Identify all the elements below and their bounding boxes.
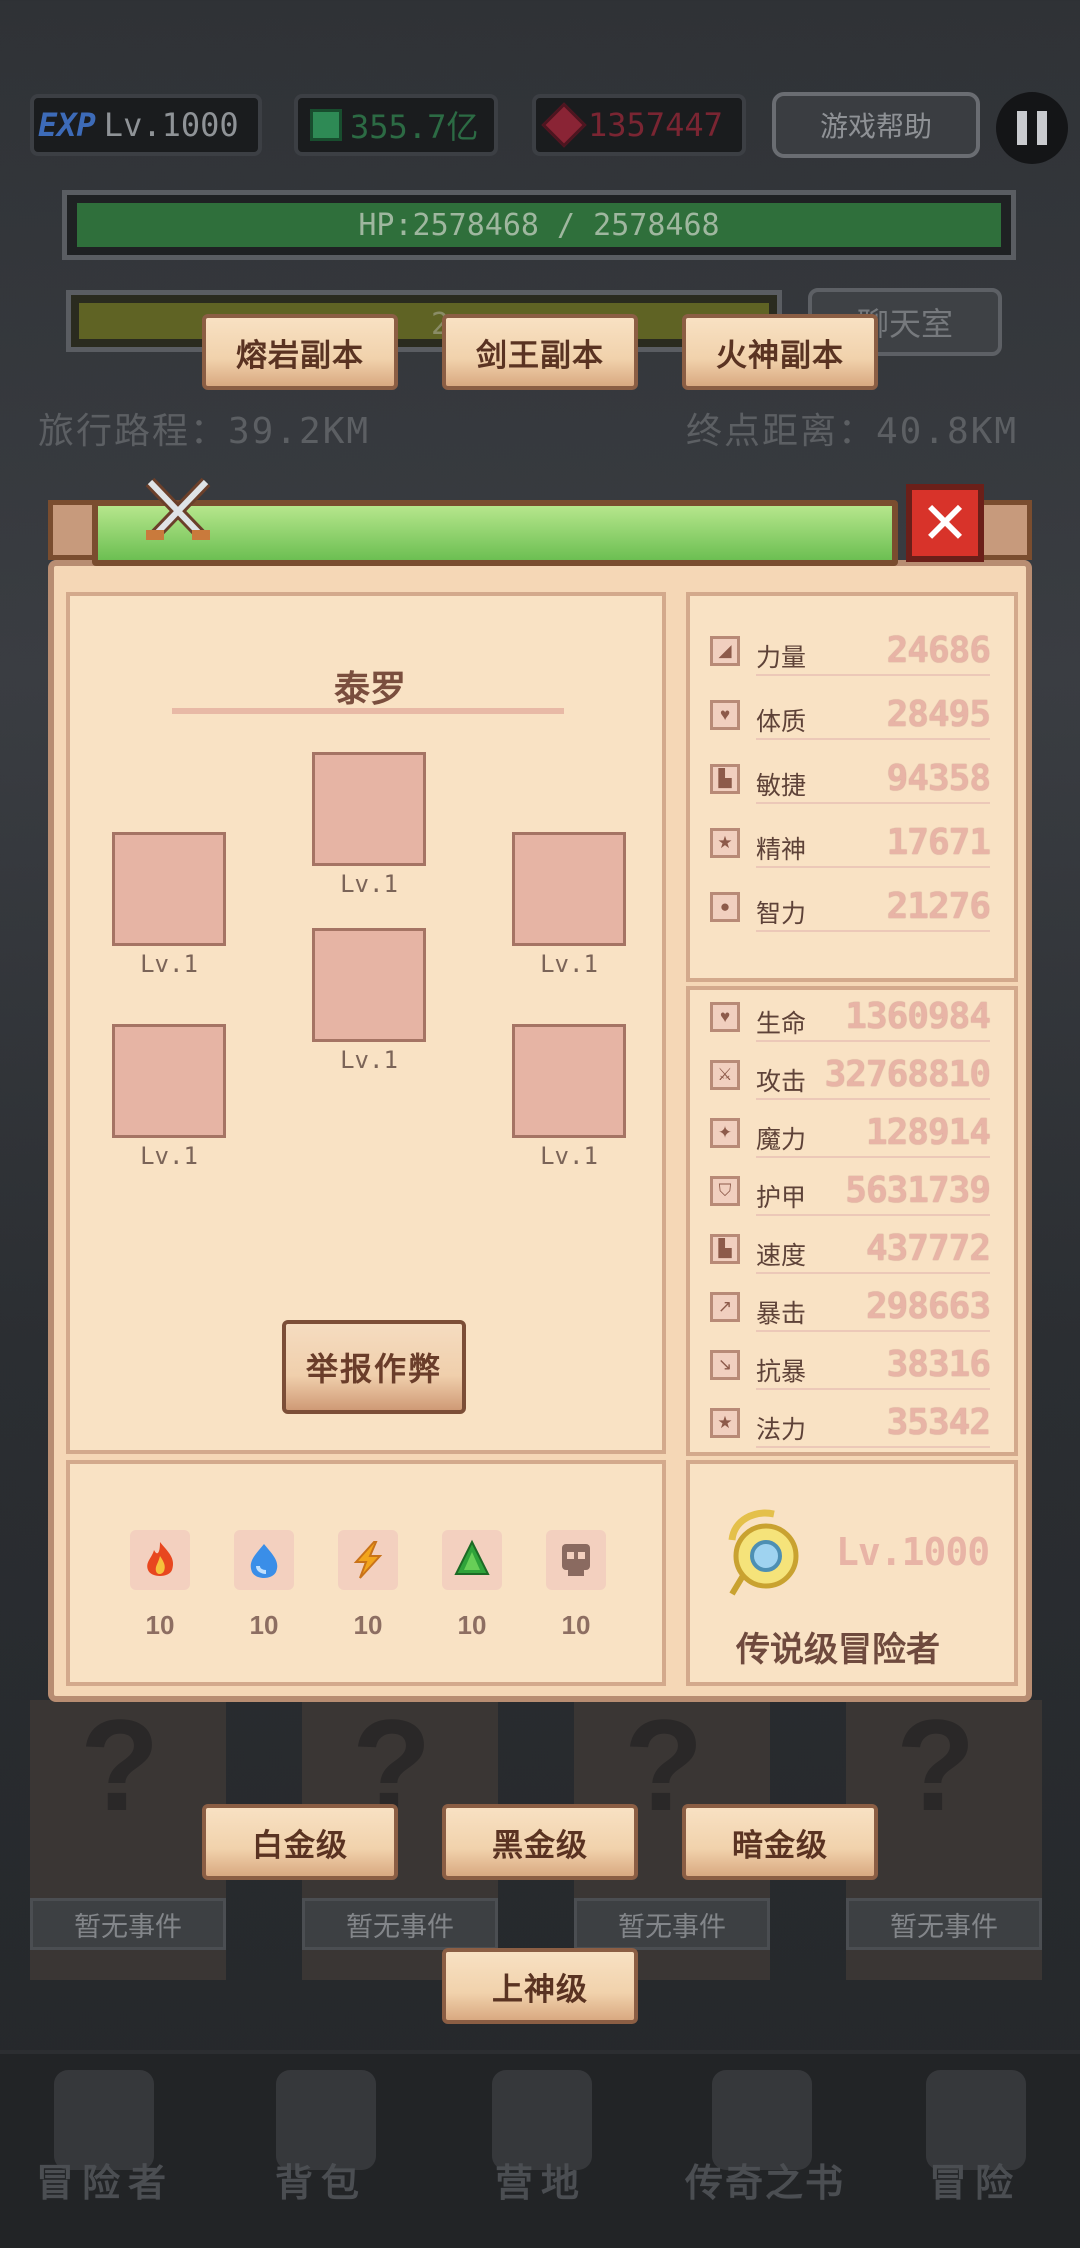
equipment-slot[interactable] [512, 1024, 626, 1138]
lightning-value: 10 [353, 1610, 383, 1640]
stat-row-mana: ★ 法力 35342 [706, 1402, 991, 1448]
slot-level: Lv.1 [140, 950, 198, 978]
tier-button-black-gold[interactable]: 黑金级 [442, 1804, 638, 1880]
event-status: 暂无事件 [846, 1898, 1042, 1950]
rank-level: Lv.1000 [836, 1530, 990, 1574]
fire-value: 10 [145, 1610, 175, 1640]
event-status: 暂无事件 [302, 1898, 498, 1950]
heart-icon: ♥ [710, 1002, 740, 1032]
ruby-display: 1357447 [532, 94, 746, 156]
leaf-value: 10 [457, 1610, 487, 1640]
skull-icon [546, 1530, 606, 1590]
question-icon: ? [896, 1692, 976, 1838]
shield-icon: ⛉ [710, 1176, 740, 1206]
stat-row-magic: ✦ 魔力 128914 [706, 1112, 991, 1158]
character-name: 泰罗 [333, 668, 406, 709]
event-status: 暂无事件 [574, 1898, 770, 1950]
slot-level: Lv.1 [340, 1046, 398, 1074]
slot-level: Lv.1 [540, 1142, 598, 1170]
dungeon-button-lava[interactable]: 熔岩副本 [202, 314, 398, 390]
wand-icon: ✦ [710, 1118, 740, 1148]
game-help-button[interactable]: 游戏帮助 [772, 92, 980, 158]
gem-icon [310, 109, 342, 141]
stat-row-strength: ◢ 力量 24686 [706, 630, 991, 676]
question-icon: ? [80, 1692, 160, 1838]
stat-row-crit-resist: ↘ 抗暴 38316 [706, 1344, 991, 1390]
nav-backpack[interactable]: 背包 [216, 2152, 426, 2207]
dungeon-button-fire-god[interactable]: 火神副本 [682, 314, 878, 390]
close-button[interactable]: ✕ [906, 484, 984, 562]
stat-row-spirit: ★ 精神 17671 [706, 822, 991, 868]
nav-adventure[interactable]: 冒险 [870, 2152, 1080, 2207]
heart-icon: ♥ [710, 700, 740, 730]
equipment-slot[interactable] [512, 832, 626, 946]
nav-adventurer[interactable]: 冒险者 [0, 2152, 210, 2207]
destination-distance: 终点距离：40.8KM [686, 411, 1019, 452]
stat-row-speed: ▙ 速度 437772 [706, 1228, 991, 1274]
pause-icon [1017, 111, 1027, 145]
brain-icon: ● [710, 892, 740, 922]
ruby-count: 1357447 [588, 106, 723, 144]
strength-icon: ◢ [710, 636, 740, 666]
event-status: 暂无事件 [30, 1898, 226, 1950]
gem-display: 355.7亿 [294, 94, 498, 156]
stat-row-constitution: ♥ 体质 28495 [706, 694, 991, 740]
equipment-slot[interactable] [112, 832, 226, 946]
crit-resist-icon: ↘ [710, 1350, 740, 1380]
hp-bar: HP:2578468 / 2578468 [62, 190, 1016, 260]
report-cheat-button[interactable]: 举报作弊 [282, 1320, 466, 1414]
dungeon-button-sword-king[interactable]: 剑王副本 [442, 314, 638, 390]
tier-button-dark-gold[interactable]: 暗金级 [682, 1804, 878, 1880]
nav-camp[interactable]: 营地 [436, 2152, 646, 2207]
stat-row-life: ♥ 生命 1360984 [706, 996, 991, 1042]
stat-row-intelligence: ● 智力 21276 [706, 886, 991, 932]
ruby-icon [541, 102, 587, 148]
stat-row-crit: ↗ 暴击 298663 [706, 1286, 991, 1332]
boot-icon: ▙ [710, 1234, 740, 1264]
secondary-bar: 2 [66, 290, 782, 352]
star-icon: ★ [710, 1408, 740, 1438]
sword-icon: ⚔ [710, 1060, 740, 1090]
leaf-icon [442, 1530, 502, 1590]
equipment-slot[interactable] [312, 752, 426, 866]
slot-level: Lv.1 [140, 1142, 198, 1170]
water-icon [234, 1530, 294, 1590]
legend-rank-emblem-icon [714, 1504, 810, 1600]
fire-icon [130, 1530, 190, 1590]
nav-legend-book[interactable]: 传奇之书 [660, 2152, 870, 2207]
crit-icon: ↗ [710, 1292, 740, 1322]
close-icon: ✕ [920, 491, 970, 556]
skull-value: 10 [561, 1610, 591, 1640]
slot-level: Lv.1 [340, 870, 398, 898]
hp-text: HP:2578468 / 2578468 [358, 207, 720, 243]
level-text: Lv.1000 [103, 106, 239, 144]
tier-button-upper-god[interactable]: 上神级 [442, 1948, 638, 2024]
lightning-icon [338, 1530, 398, 1590]
gem-count: 355.7亿 [350, 108, 479, 146]
rank-title: 传说级冒险者 [736, 1631, 940, 1669]
pause-button[interactable] [996, 92, 1068, 164]
tier-button-platinum[interactable]: 白金级 [202, 1804, 398, 1880]
stat-row-armor: ⛉ 护甲 5631739 [706, 1170, 991, 1216]
crossed-swords-icon [140, 474, 216, 550]
exp-badge: EXP [38, 106, 96, 144]
water-value: 10 [249, 1610, 279, 1640]
star-icon: ★ [710, 828, 740, 858]
stat-row-attack: ⚔ 攻击 32768810 [706, 1054, 991, 1100]
equipment-slot[interactable] [112, 1024, 226, 1138]
boot-icon: ▙ [710, 764, 740, 794]
equipment-slot[interactable] [312, 928, 426, 1042]
level-display: EXP Lv.1000 [30, 94, 262, 156]
travel-distance: 旅行路程：39.2KM [38, 411, 371, 452]
stat-row-agility: ▙ 敏捷 94358 [706, 758, 991, 804]
slot-level: Lv.1 [540, 950, 598, 978]
